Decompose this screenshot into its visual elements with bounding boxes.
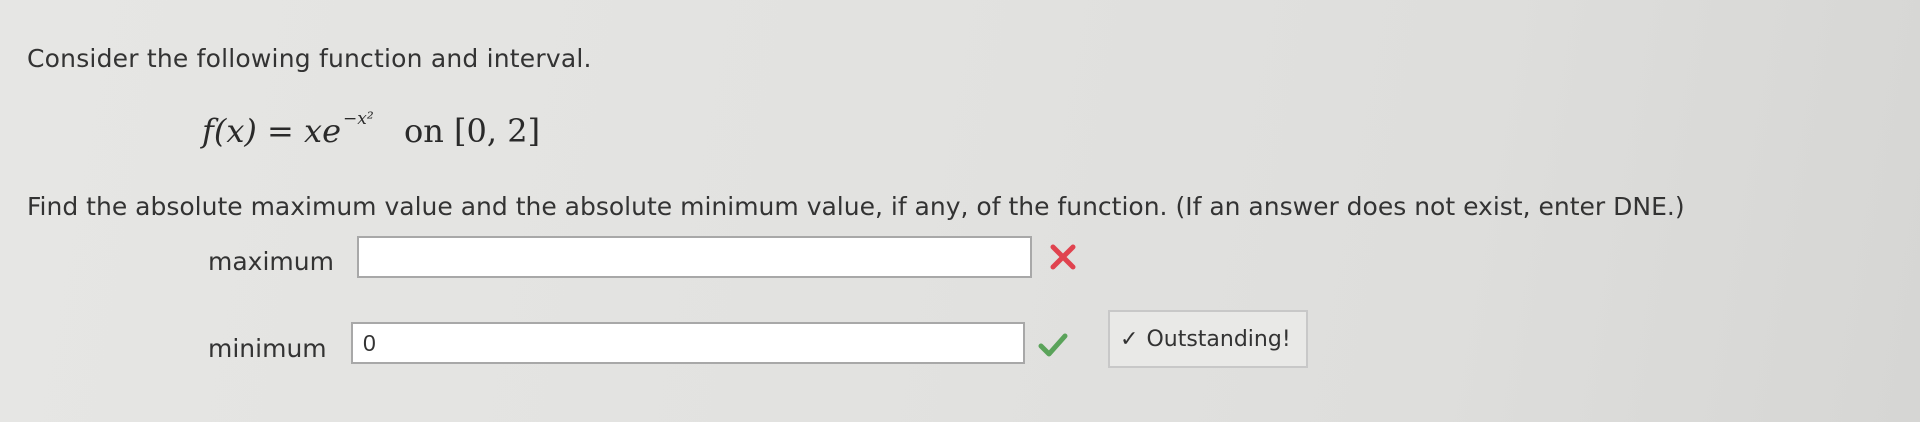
- formula-exponent: −x²: [343, 109, 374, 129]
- problem-question: Find the absolute maximum value and the …: [27, 192, 1685, 221]
- problem-intro: Consider the following function and inte…: [27, 44, 592, 73]
- x-mark-icon: [1050, 244, 1076, 270]
- minimum-label: minimum: [208, 334, 327, 363]
- feedback-message: ✓ Outstanding!: [1108, 310, 1308, 368]
- feedback-text: Outstanding!: [1146, 326, 1291, 352]
- check-icon: ✓: [1120, 326, 1139, 352]
- formula-equals: =: [267, 112, 294, 150]
- formula-interval: [0, 2]: [454, 112, 541, 150]
- maximum-label: maximum: [208, 247, 334, 276]
- check-mark-icon: [1038, 333, 1068, 357]
- function-formula: f(x) = xe −x² on [0, 2]: [202, 109, 541, 150]
- formula-lhs: f(x): [202, 112, 257, 150]
- formula-conjunction: on: [404, 112, 444, 150]
- formula-base: xe: [304, 112, 341, 150]
- problem-panel: Consider the following function and inte…: [0, 0, 1920, 422]
- minimum-input[interactable]: [351, 322, 1025, 364]
- maximum-input[interactable]: [357, 236, 1032, 278]
